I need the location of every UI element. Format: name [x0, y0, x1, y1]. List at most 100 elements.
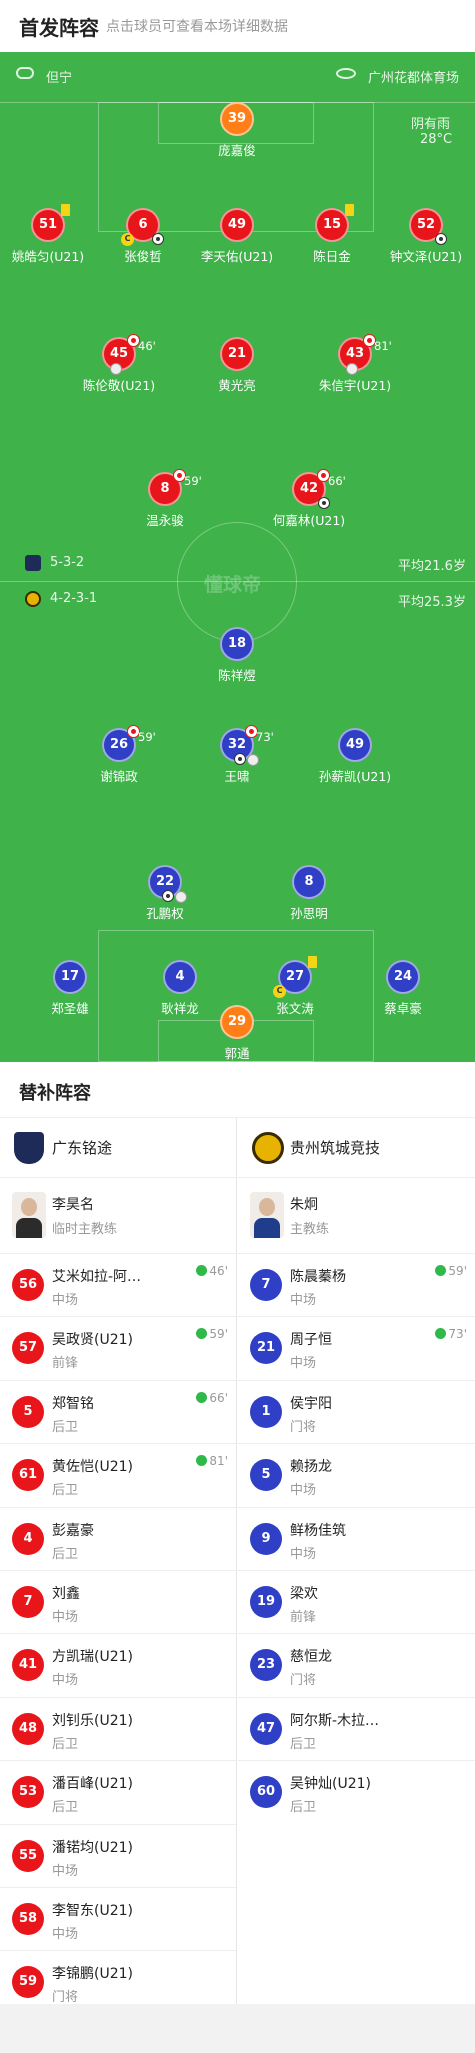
sub-player-row[interactable]: 7 陈晨蓁杨 中场 59'	[238, 1254, 475, 1318]
sub-in-time: 81'	[196, 1454, 228, 1468]
yellow-card-icon	[345, 204, 354, 216]
away-player[interactable]: 18 陈祥煜	[177, 627, 297, 684]
player-number: 4	[12, 1522, 44, 1555]
player-number: 18	[220, 627, 254, 661]
goal-ball-icon	[152, 233, 164, 245]
sub-player-row[interactable]: 55 潘锘均(U21) 中场	[0, 1825, 236, 1888]
player-number: 15	[322, 217, 342, 232]
home-player[interactable]: 39 庞嘉俊	[177, 102, 297, 159]
away-player[interactable]: 32 73' 王啸	[177, 725, 297, 785]
sub-player-row[interactable]: 7 刘鑫 中场	[0, 1571, 236, 1635]
home-player[interactable]: 42 66' 何嘉林(U21)	[249, 469, 369, 529]
sub-player-row[interactable]: 1 侯宇阳 门将	[238, 1381, 475, 1445]
home-player[interactable]: 8 59' 温永骏	[105, 469, 225, 529]
away-player[interactable]: 22 孔鹏权	[105, 865, 225, 922]
player-position: 中场	[290, 1483, 317, 1499]
watermark: 懂球帝	[204, 574, 262, 596]
home-player[interactable]: 43 81' 朱信宇(U21)	[295, 334, 415, 394]
goal-ball-icon	[435, 233, 447, 245]
player-position: 门将	[290, 1419, 317, 1435]
away-team-header[interactable]: 贵州筑城竞技	[238, 1118, 475, 1178]
sub-player-row[interactable]: 41 方凯瑞(U21) 中场	[0, 1634, 236, 1698]
player-name: 李锦鹏(U21)	[52, 1966, 133, 1983]
home-team-name: 广东铭途	[52, 1139, 113, 1157]
player-number: 21	[220, 337, 254, 371]
away-player[interactable]: 17 郑圣雄	[10, 960, 130, 1017]
sub-time: 59'	[138, 730, 156, 744]
home-subs-column: 广东铭途 李昊名 临时主教练 56 艾米如拉-阿… 中场 46' 57 吴政贤(…	[0, 1118, 237, 2005]
sub-player-row[interactable]: 60 吴钟灿(U21) 后卫	[238, 1761, 475, 1824]
sub-player-row[interactable]: 5 赖扬龙 中场	[238, 1444, 475, 1508]
sub-player-row[interactable]: 56 艾米如拉-阿… 中场 46'	[0, 1254, 236, 1318]
away-player[interactable]: 8 孙思明	[249, 865, 369, 922]
player-number: 23	[250, 1649, 282, 1682]
player-name: 周子恒	[290, 1332, 332, 1349]
player-name: 阿尔斯-木拉…	[290, 1712, 380, 1729]
sub-player-row[interactable]: 61 黄佐恺(U21) 后卫 81'	[0, 1444, 236, 1508]
player-number: 1	[250, 1395, 282, 1428]
coach-name: 朱炯	[290, 1197, 318, 1213]
sub-player-row[interactable]: 57 吴政贤(U21) 前锋 59'	[0, 1317, 236, 1381]
sub-player-row[interactable]: 4 彭嘉豪 后卫	[0, 1508, 236, 1571]
player-name: 黄光亮	[218, 378, 256, 393]
sub-in-time: 59'	[435, 1264, 467, 1278]
sub-player-row[interactable]: 47 阿尔斯-木拉… 后卫	[238, 1698, 475, 1762]
player-name: 梁欢	[290, 1585, 318, 1602]
player-number: 22	[155, 874, 175, 889]
player-number: 9	[250, 1522, 282, 1555]
sub-player-row[interactable]: 48 刘钊乐(U21) 后卫	[0, 1698, 236, 1762]
coach-avatar	[12, 1192, 46, 1238]
player-name: 侯宇阳	[290, 1395, 332, 1412]
player-number: 60	[250, 1776, 282, 1809]
sub-player-row[interactable]: 19 梁欢 前锋	[238, 1571, 475, 1635]
page-title: 首发阵容	[19, 16, 99, 40]
sub-player-row[interactable]: 9 鲜杨佳筑 中场	[238, 1508, 475, 1571]
player-name: 潘锘均(U21)	[52, 1839, 133, 1856]
sub-player-row[interactable]: 53 潘百峰(U21) 后卫	[0, 1761, 236, 1825]
sub-in-arrow-icon	[435, 1328, 447, 1340]
player-number: 61	[12, 1459, 44, 1492]
away-team-logo	[252, 1132, 284, 1164]
player-name: 方凯瑞(U21)	[52, 1649, 133, 1666]
player-number: 45	[109, 346, 129, 361]
goal-ball-icon	[162, 890, 174, 902]
home-coach[interactable]: 李昊名 临时主教练	[0, 1178, 236, 1254]
player-name: 郭通	[224, 1046, 250, 1061]
home-player[interactable]: 52 钟文泽(U21)	[366, 208, 475, 265]
sub-player-row[interactable]: 21 周子恒 中场 73'	[238, 1317, 475, 1381]
away-player[interactable]: 26 59' 谢锦政	[59, 725, 179, 785]
player-number: 4	[163, 960, 197, 994]
sub-in-time: 46'	[196, 1264, 228, 1278]
subs-title: 替补阵容	[19, 1083, 91, 1104]
sub-player-row[interactable]: 5 郑智铭 后卫 66'	[0, 1381, 236, 1445]
home-team-logo-small	[25, 555, 41, 571]
player-name: 陈祥煜	[218, 668, 256, 683]
home-player[interactable]: 21 黄光亮	[177, 337, 297, 394]
own-goal-icon	[247, 754, 259, 766]
away-coach[interactable]: 朱炯 主教练	[238, 1178, 475, 1254]
away-player[interactable]: 24 蔡卓豪	[343, 960, 463, 1017]
lineup-header: 首发阵容 点击球员可查看本场详细数据	[0, 0, 475, 50]
player-name: 孙薪凯(U21)	[318, 769, 392, 784]
player-number: 55	[12, 1839, 44, 1872]
page-footer	[0, 2004, 475, 2053]
yellow-card-icon	[308, 956, 317, 968]
away-player[interactable]: 49 孙薪凯(U21)	[295, 728, 415, 785]
player-name: 彭嘉豪	[52, 1522, 94, 1539]
sub-player-row[interactable]: 23 慈恒龙 门将	[238, 1634, 475, 1698]
coach-role: 主教练	[290, 1222, 330, 1237]
sub-in-time: 59'	[196, 1327, 228, 1341]
player-number: 56	[12, 1269, 44, 1301]
home-player[interactable]: 45 46' 陈伦敬(U21)	[59, 334, 179, 394]
player-number: 19	[250, 1585, 282, 1618]
sub-in-arrow-icon	[196, 1455, 208, 1467]
sub-in-time: 66'	[196, 1391, 228, 1405]
home-team-header[interactable]: 广东铭途	[0, 1118, 236, 1178]
own-goal-icon	[110, 363, 122, 375]
player-position: 后卫	[52, 1736, 79, 1752]
sub-player-row[interactable]: 58 李智东(U21) 中场	[0, 1888, 236, 1952]
away-formation: 4-2-3-1	[50, 591, 98, 606]
away-player[interactable]: 29 郭通	[177, 1005, 297, 1062]
coach-name: 李昊名	[52, 1197, 94, 1213]
home-team-logo	[14, 1132, 44, 1164]
